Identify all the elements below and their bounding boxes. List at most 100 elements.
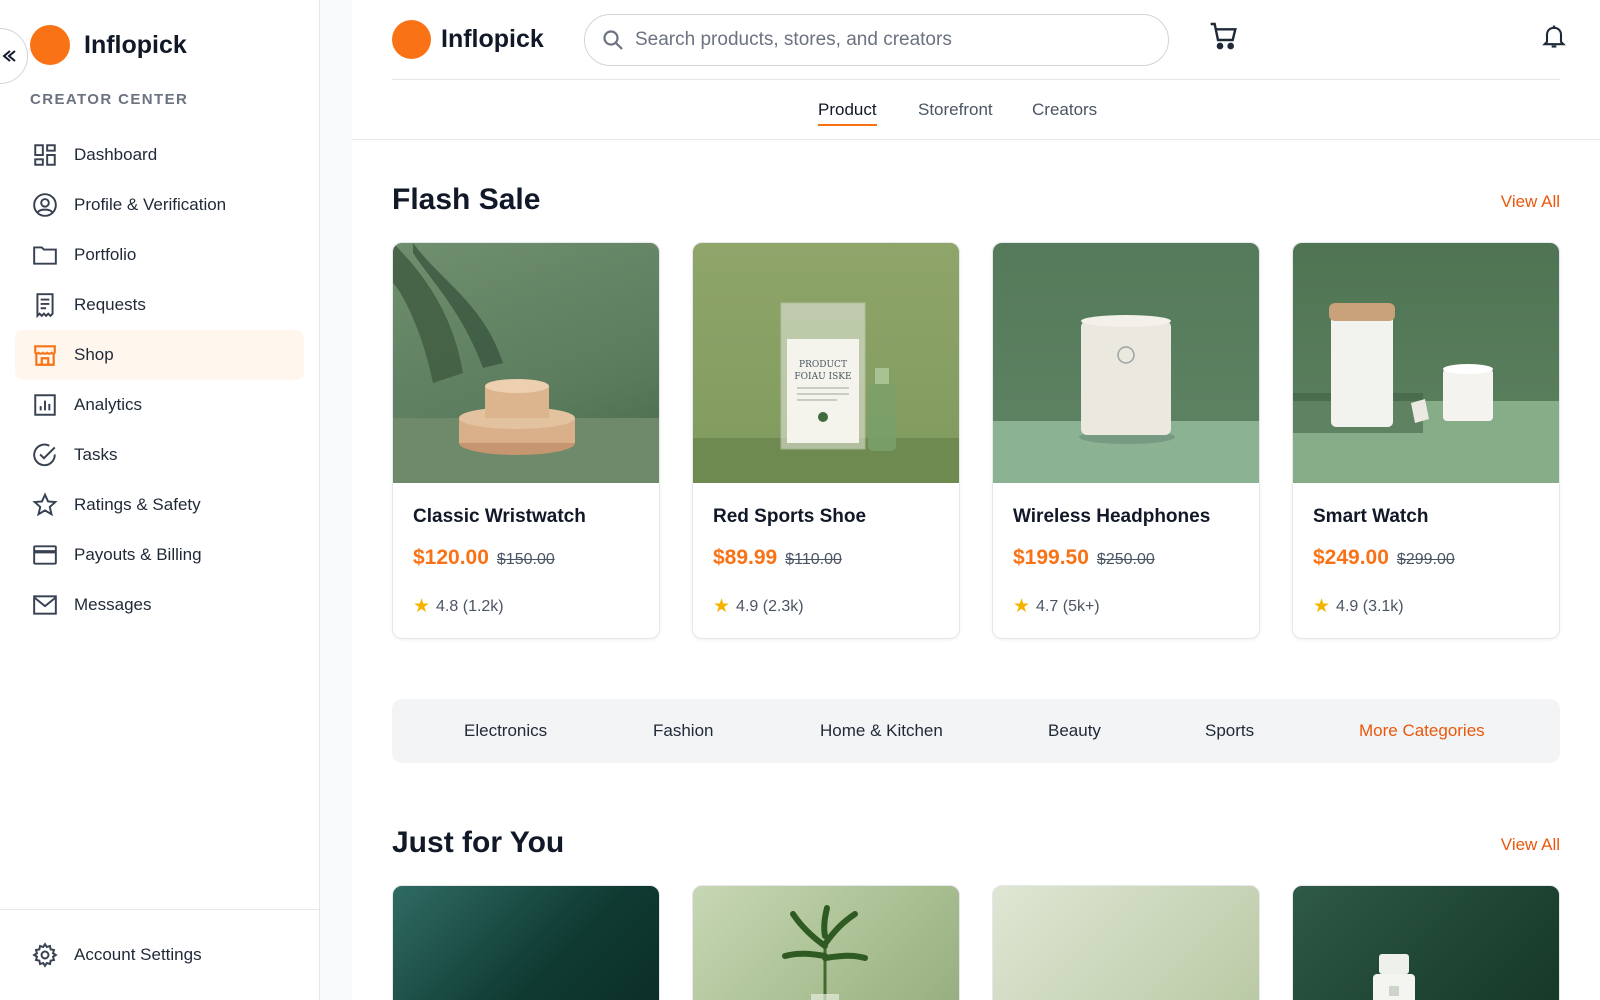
credit-card-icon bbox=[33, 545, 57, 565]
analytics-icon bbox=[34, 394, 56, 416]
price-row: $199.50 $250.00 bbox=[1013, 546, 1155, 570]
product-name: Classic Wristwatch bbox=[413, 506, 586, 527]
price-row: $120.00 $150.00 bbox=[413, 546, 555, 570]
check-circle-icon bbox=[33, 443, 56, 467]
product-card[interactable]: Wireless Headphones $199.50 $250.00 ★ 4.… bbox=[992, 242, 1260, 639]
product-image bbox=[993, 243, 1259, 483]
price-row: $249.00 $299.00 bbox=[1313, 546, 1455, 570]
flash-sale-view-all-link[interactable]: View All bbox=[1501, 192, 1560, 212]
search-bar bbox=[584, 14, 1169, 66]
main-panel: Inflopick Product Storefront Creators Fl bbox=[352, 0, 1600, 1000]
sale-price: $89.99 bbox=[713, 546, 778, 569]
more-categories-link[interactable]: More Categories bbox=[1359, 721, 1485, 741]
rating-row: ★ 4.8 (1.2k) bbox=[413, 595, 504, 618]
search-input[interactable] bbox=[635, 29, 1155, 51]
sidebar-item-account-settings[interactable]: Account Settings bbox=[15, 930, 304, 980]
sidebar-item-label: Dashboard bbox=[74, 145, 158, 164]
sale-price: $120.00 bbox=[413, 546, 489, 569]
sidebar-nav: Dashboard Profile & Verification Portfol… bbox=[15, 130, 304, 630]
rating-row: ★ 4.7 (5k+) bbox=[1013, 595, 1100, 618]
sidebar-item-ratings[interactable]: Ratings & Safety bbox=[15, 480, 304, 530]
tab-storefront[interactable]: Storefront bbox=[918, 100, 993, 124]
category-bar: Electronics Fashion Home & Kitchen Beaut… bbox=[392, 699, 1560, 763]
product-card[interactable]: PRODUCT FOIAU ISKE Red Sports Shoe $89.9… bbox=[692, 242, 960, 639]
sidebar-item-label: Payouts & Billing bbox=[74, 545, 202, 564]
product-name: Smart Watch bbox=[1313, 506, 1429, 527]
category-fashion[interactable]: Fashion bbox=[653, 721, 713, 741]
cart-button[interactable] bbox=[1208, 20, 1240, 52]
sidebar-item-payouts[interactable]: Payouts & Billing bbox=[15, 530, 304, 580]
product-tabs: Product Storefront Creators bbox=[352, 80, 1600, 140]
original-price: $299.00 bbox=[1396, 551, 1455, 568]
product-card[interactable]: Smart Watch $249.00 $299.00 ★ 4.9 (3.1k) bbox=[1292, 242, 1560, 639]
sidebar-item-dashboard[interactable]: Dashboard bbox=[15, 130, 304, 180]
sidebar-item-profile[interactable]: Profile & Verification bbox=[15, 180, 304, 230]
rating-text: 4.9 (3.1k) bbox=[1336, 597, 1404, 615]
dashboard-icon bbox=[34, 144, 56, 166]
sidebar-item-analytics[interactable]: Analytics bbox=[15, 380, 304, 430]
rating-row: ★ 4.9 (3.1k) bbox=[1313, 595, 1404, 618]
app-root: Inflopick CREATOR CENTER Dashboard Profi… bbox=[0, 0, 1600, 1000]
user-circle-icon bbox=[33, 193, 57, 217]
wooden-stand-illustration bbox=[393, 243, 659, 483]
sidebar-item-label: Requests bbox=[74, 295, 146, 314]
rating-row: ★ 4.9 (2.3k) bbox=[713, 595, 804, 618]
just-for-you-title: Just for You bbox=[392, 826, 565, 859]
product-image bbox=[393, 243, 659, 483]
star-icon: ★ bbox=[713, 596, 731, 617]
sidebar-item-portfolio[interactable]: Portfolio bbox=[15, 230, 304, 280]
store-icon bbox=[34, 345, 56, 366]
sidebar-item-messages[interactable]: Messages bbox=[15, 580, 304, 630]
product-card[interactable] bbox=[692, 885, 960, 1000]
sidebar-item-shop[interactable]: Shop bbox=[15, 330, 304, 380]
sidebar-item-label: Analytics bbox=[74, 395, 143, 414]
brand-logo bbox=[30, 25, 70, 65]
star-icon: ★ bbox=[1013, 596, 1031, 617]
star-icon bbox=[32, 492, 58, 517]
folder-icon bbox=[33, 246, 57, 265]
product-card-illustration: PRODUCT FOIAU ISKE bbox=[693, 302, 959, 483]
sidebar-item-tasks[interactable]: Tasks bbox=[15, 430, 304, 480]
tab-creators[interactable]: Creators bbox=[1032, 100, 1097, 124]
brand-name: Inflopick bbox=[441, 25, 544, 53]
sidebar: Inflopick CREATOR CENTER Dashboard Profi… bbox=[0, 0, 320, 1000]
category-electronics[interactable]: Electronics bbox=[464, 721, 547, 741]
original-price: $150.00 bbox=[496, 551, 555, 568]
plant-illustration bbox=[782, 905, 868, 1000]
product-label-line2: FOIAU ISKE bbox=[794, 372, 851, 382]
bottle-illustration bbox=[1373, 954, 1415, 1000]
product-card[interactable] bbox=[1292, 885, 1560, 1000]
sidebar-brand[interactable]: Inflopick bbox=[30, 25, 187, 65]
receipt-icon bbox=[36, 293, 54, 318]
bell-icon bbox=[1542, 25, 1566, 48]
product-card[interactable] bbox=[992, 885, 1260, 1000]
product-card[interactable]: Classic Wristwatch $120.00 $150.00 ★ 4.8… bbox=[392, 242, 660, 639]
brand-name: Inflopick bbox=[84, 30, 187, 59]
product-image bbox=[1293, 243, 1559, 483]
rating-text: 4.8 (1.2k) bbox=[436, 597, 504, 615]
flash-sale-title: Flash Sale bbox=[392, 183, 541, 216]
star-icon: ★ bbox=[413, 596, 431, 617]
category-beauty[interactable]: Beauty bbox=[1048, 721, 1101, 741]
category-home-kitchen[interactable]: Home & Kitchen bbox=[820, 721, 943, 741]
product-card[interactable] bbox=[392, 885, 660, 1000]
price-row: $89.99 $110.00 bbox=[713, 546, 842, 570]
rating-text: 4.9 (2.3k) bbox=[736, 597, 804, 615]
jars-illustration bbox=[1293, 303, 1559, 483]
sale-price: $199.50 bbox=[1013, 546, 1089, 569]
just-for-you-view-all-link[interactable]: View All bbox=[1501, 835, 1560, 855]
sidebar-item-requests[interactable]: Requests bbox=[15, 280, 304, 330]
sidebar-footer: Account Settings bbox=[0, 909, 319, 1000]
product-image: PRODUCT FOIAU ISKE bbox=[693, 243, 959, 483]
header-brand[interactable]: Inflopick bbox=[392, 20, 544, 59]
notifications-button[interactable] bbox=[1540, 22, 1568, 50]
tab-product[interactable]: Product bbox=[818, 100, 877, 126]
collapse-icon bbox=[2, 50, 16, 62]
category-sports[interactable]: Sports bbox=[1205, 721, 1254, 741]
mail-icon bbox=[33, 595, 57, 615]
collapse-sidebar-button[interactable] bbox=[0, 28, 28, 84]
sidebar-item-label: Shop bbox=[74, 345, 114, 364]
rating-text: 4.7 (5k+) bbox=[1036, 597, 1100, 615]
sidebar-item-label: Account Settings bbox=[74, 945, 202, 964]
original-price: $250.00 bbox=[1096, 551, 1155, 568]
